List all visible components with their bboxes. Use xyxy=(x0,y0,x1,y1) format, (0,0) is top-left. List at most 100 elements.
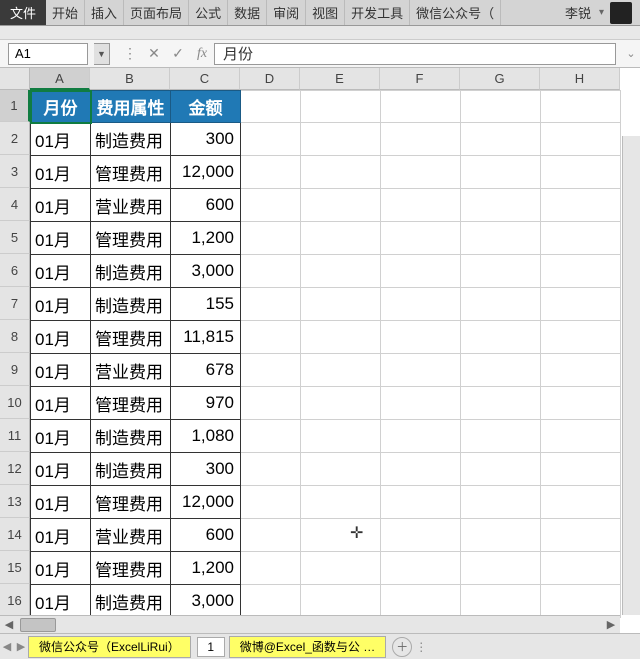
cell-B15[interactable]: 管理费用 xyxy=(91,552,171,585)
select-all-corner[interactable] xyxy=(0,68,30,90)
cell-A5[interactable]: 01月 xyxy=(31,222,91,255)
cell-C2[interactable]: 300 xyxy=(171,123,241,156)
cell-empty[interactable] xyxy=(381,519,461,552)
cell-empty[interactable] xyxy=(541,354,621,387)
cell-B2[interactable]: 制造费用 xyxy=(91,123,171,156)
user-menu[interactable]: 李锐 ▾ xyxy=(557,0,640,25)
cell-empty[interactable] xyxy=(381,189,461,222)
cell-empty[interactable] xyxy=(241,189,301,222)
cell-empty[interactable] xyxy=(461,91,541,123)
cell-empty[interactable] xyxy=(541,552,621,585)
cell-empty[interactable] xyxy=(301,156,381,189)
row-header-5[interactable]: 5 xyxy=(0,221,30,254)
menu-review[interactable]: 审阅 xyxy=(267,0,306,25)
cell-empty[interactable] xyxy=(381,255,461,288)
cell-empty[interactable] xyxy=(461,321,541,354)
cell-B4[interactable]: 营业费用 xyxy=(91,189,171,222)
row-header-11[interactable]: 11 xyxy=(0,419,30,452)
cell-empty[interactable] xyxy=(301,552,381,585)
cell-B16[interactable]: 制造费用 xyxy=(91,585,171,618)
name-box-dropdown[interactable]: ▼ xyxy=(94,43,110,65)
scroll-right-icon[interactable]: ▶ xyxy=(602,616,620,634)
cell-empty[interactable] xyxy=(301,222,381,255)
row-header-9[interactable]: 9 xyxy=(0,353,30,386)
menu-data[interactable]: 数据 xyxy=(228,0,267,25)
cell-empty[interactable] xyxy=(381,321,461,354)
cell-empty[interactable] xyxy=(381,288,461,321)
cell-A15[interactable]: 01月 xyxy=(31,552,91,585)
header-cell-c[interactable]: 金额 xyxy=(171,91,241,123)
cell-empty[interactable] xyxy=(381,387,461,420)
cell-B6[interactable]: 制造费用 xyxy=(91,255,171,288)
cell-C10[interactable]: 970 xyxy=(171,387,241,420)
cell-empty[interactable] xyxy=(241,288,301,321)
cell-empty[interactable] xyxy=(381,420,461,453)
cell-empty[interactable] xyxy=(301,585,381,618)
confirm-icon[interactable]: ✓ xyxy=(166,45,190,62)
cell-A11[interactable]: 01月 xyxy=(31,420,91,453)
row-header-16[interactable]: 16 xyxy=(0,584,30,617)
cell-empty[interactable] xyxy=(301,288,381,321)
horizontal-scrollbar[interactable]: ◀ ▶ xyxy=(0,615,620,633)
cell-empty[interactable] xyxy=(241,91,301,123)
cell-empty[interactable] xyxy=(241,552,301,585)
expand-formula-icon[interactable]: ⌄ xyxy=(622,47,640,60)
cell-C15[interactable]: 1,200 xyxy=(171,552,241,585)
cell-empty[interactable] xyxy=(461,156,541,189)
menu-dev[interactable]: 开发工具 xyxy=(345,0,410,25)
row-header-3[interactable]: 3 xyxy=(0,155,30,188)
cell-A10[interactable]: 01月 xyxy=(31,387,91,420)
menu-wechat[interactable]: 微信公众号（ xyxy=(410,0,501,25)
row-header-8[interactable]: 8 xyxy=(0,320,30,353)
cell-empty[interactable] xyxy=(541,519,621,552)
menu-insert[interactable]: 插入 xyxy=(85,0,124,25)
cell-A8[interactable]: 01月 xyxy=(31,321,91,354)
cell-empty[interactable] xyxy=(241,222,301,255)
cell-B7[interactable]: 制造费用 xyxy=(91,288,171,321)
cell-empty[interactable] xyxy=(241,156,301,189)
cell-empty[interactable] xyxy=(301,453,381,486)
cell-empty[interactable] xyxy=(241,420,301,453)
fx-icon[interactable]: fx xyxy=(190,46,214,62)
cell-B3[interactable]: 管理费用 xyxy=(91,156,171,189)
cell-empty[interactable] xyxy=(461,222,541,255)
row-header-14[interactable]: 14 xyxy=(0,518,30,551)
cell-empty[interactable] xyxy=(541,189,621,222)
cell-empty[interactable] xyxy=(301,519,381,552)
cell-B5[interactable]: 管理费用 xyxy=(91,222,171,255)
menu-formula[interactable]: 公式 xyxy=(189,0,228,25)
cell-empty[interactable] xyxy=(461,123,541,156)
cell-B8[interactable]: 管理费用 xyxy=(91,321,171,354)
cell-empty[interactable] xyxy=(301,321,381,354)
col-header-D[interactable]: D xyxy=(240,68,300,90)
tab-prev-icon[interactable]: ▶ xyxy=(14,640,28,653)
cell-empty[interactable] xyxy=(461,453,541,486)
vertical-scrollbar[interactable] xyxy=(622,136,640,615)
cell-A16[interactable]: 01月 xyxy=(31,585,91,618)
cell-empty[interactable] xyxy=(461,189,541,222)
cell-B9[interactable]: 营业费用 xyxy=(91,354,171,387)
cell-empty[interactable] xyxy=(301,123,381,156)
cell-empty[interactable] xyxy=(541,222,621,255)
cell-empty[interactable] xyxy=(541,288,621,321)
cell-C12[interactable]: 300 xyxy=(171,453,241,486)
cell-empty[interactable] xyxy=(381,585,461,618)
cell-empty[interactable] xyxy=(301,420,381,453)
cell-empty[interactable] xyxy=(241,354,301,387)
col-header-G[interactable]: G xyxy=(460,68,540,90)
cancel-icon[interactable]: ✕ xyxy=(142,45,166,62)
cell-empty[interactable] xyxy=(541,156,621,189)
cell-empty[interactable] xyxy=(381,222,461,255)
cell-C7[interactable]: 155 xyxy=(171,288,241,321)
row-header-4[interactable]: 4 xyxy=(0,188,30,221)
cell-empty[interactable] xyxy=(541,453,621,486)
cell-empty[interactable] xyxy=(301,387,381,420)
cell-empty[interactable] xyxy=(241,321,301,354)
cell-empty[interactable] xyxy=(241,453,301,486)
col-header-F[interactable]: F xyxy=(380,68,460,90)
cell-empty[interactable] xyxy=(461,354,541,387)
cell-empty[interactable] xyxy=(541,91,621,123)
cell-empty[interactable] xyxy=(541,420,621,453)
cell-A14[interactable]: 01月 xyxy=(31,519,91,552)
header-cell-b[interactable]: 费用属性 xyxy=(91,91,171,123)
